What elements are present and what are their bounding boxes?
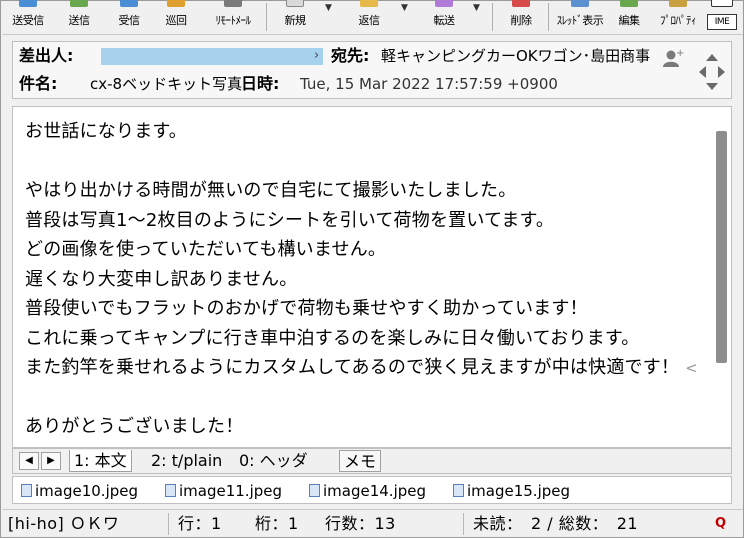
view-tab-bar: ◀ ▶ 1: 本文 2: t/plain 0: ヘッダ メモ: [12, 448, 732, 474]
reply-dropdown-icon[interactable]: ▼: [401, 3, 408, 13]
attachment-item[interactable]: image11.jpeg: [165, 481, 282, 501]
send-icon: [70, 0, 88, 7]
receive-icon: [120, 0, 138, 7]
delete-button[interactable]: 削除: [501, 0, 541, 33]
mail-window: 送受信 送信 受信 巡回 ﾘﾓｰﾄﾒｰﾙ 新規 ▼ 返信 ▼ 転送 ▼ 削除 ｽ…: [0, 0, 744, 538]
add-contact-icon[interactable]: +: [662, 48, 684, 68]
from-label: 差出人:: [19, 46, 74, 65]
thread-view-icon: [571, 0, 589, 7]
status-account: [hi-ho] ＯＫワ: [8, 514, 120, 533]
subject-label: 件名:: [19, 74, 58, 93]
body-line: やはり出かける時間が無いので自宅にて撮影いたしました。: [25, 180, 517, 201]
patrol-icon: [167, 0, 185, 7]
scrollbar-thumb[interactable]: [716, 131, 727, 363]
body-line: 遅くなり大変申し訳ありません。: [25, 268, 298, 290]
line-overflow-mark: <: [685, 359, 698, 377]
toolbar-separator: [548, 3, 549, 31]
toolbar-separator: [492, 3, 493, 31]
tab-memo[interactable]: メモ: [339, 450, 382, 472]
reply-button[interactable]: 返信: [343, 0, 395, 33]
tab-prev-button[interactable]: ◀: [19, 452, 39, 470]
header-nav-arrows-icon[interactable]: [697, 52, 727, 92]
send-receive-icon: [19, 0, 37, 7]
send-receive-button[interactable]: 送受信: [5, 0, 51, 33]
sender-redacted: [101, 48, 323, 65]
status-separator: [168, 513, 169, 535]
date-value: Tue, 15 Mar 2022 17:57:59 +0900: [300, 75, 558, 93]
new-message-dropdown-icon[interactable]: ▼: [325, 3, 332, 13]
tab-header[interactable]: 0: ヘッダ: [235, 450, 312, 472]
image-file-icon: [165, 484, 176, 497]
image-file-icon: [21, 484, 32, 497]
body-line: 普段使いでもフラットのおかげで荷物も乗せやすく助かっています！: [25, 298, 588, 319]
remote-mail-icon: [224, 0, 242, 7]
edit-button[interactable]: 編集: [609, 0, 649, 33]
ime-icon: [711, 0, 733, 7]
patrol-button[interactable]: 巡回: [156, 0, 196, 33]
tab-next-button[interactable]: ▶: [41, 452, 61, 470]
status-separator: [463, 513, 464, 535]
body-line: 普段は写真1～2枚目のようにシートを引いて荷物を置いてます。: [25, 209, 555, 231]
status-unread-total: 未読： 2 / 総数： 21: [473, 514, 639, 533]
status-row: 行：1: [178, 514, 222, 533]
send-button[interactable]: 送信: [59, 0, 99, 33]
status-column: 桁：1: [255, 514, 299, 533]
body-line: お世話になります。: [25, 121, 187, 142]
new-message-button[interactable]: 新規: [275, 0, 315, 33]
body-line: [25, 147, 705, 177]
body-line: [25, 383, 705, 413]
forward-button[interactable]: 転送: [418, 0, 470, 33]
svg-text:+: +: [676, 48, 684, 59]
status-line-count: 行数：13: [325, 514, 396, 533]
ime-button[interactable]: IME: [707, 0, 737, 33]
attachment-item[interactable]: image10.jpeg: [21, 481, 138, 501]
attachment-list: image10.jpeg image11.jpeg image14.jpeg i…: [12, 476, 732, 504]
remote-mail-button[interactable]: ﾘﾓｰﾄﾒｰﾙ: [203, 0, 263, 33]
app-logo-icon: Q: [715, 516, 727, 531]
body-line: どの画像を使っていただいても構いません。: [25, 239, 387, 260]
attachment-item[interactable]: image14.jpeg: [309, 481, 426, 501]
message-header: 差出人: › 宛先: 軽キャンピングカーOKワゴン･島田商事 + 件名: cx-…: [12, 41, 732, 99]
tab-text-plain[interactable]: 2: t/plain: [147, 450, 226, 472]
properties-button[interactable]: ﾌﾟﾛﾊﾟﾃｨ: [653, 0, 703, 33]
forward-dropdown-icon[interactable]: ▼: [473, 3, 480, 13]
message-text: お世話になります。 やはり出かける時間が無いので自宅にて撮影いたしました。 普段…: [25, 117, 705, 442]
date-label: 日時:: [241, 74, 280, 93]
new-message-icon: [286, 0, 304, 7]
status-bar: [hi-ho] ＯＫワ 行：1 桁：1 行数：13 未読： 2 / 総数： 21…: [3, 509, 743, 537]
to-value[interactable]: 軽キャンピングカーOKワゴン･島田商事: [381, 46, 650, 66]
image-file-icon: [453, 484, 464, 497]
attachment-item[interactable]: image15.jpeg: [453, 481, 570, 501]
body-line: また釣竿を乗せれるようにカスタムしてあるので狭く見えますが中は快適です！ <: [25, 353, 705, 383]
sender-expand-icon[interactable]: ›: [314, 46, 319, 66]
body-line: これに乗ってキャンプに行き車中泊するのを楽しみに日々働いております。: [25, 327, 640, 349]
message-body[interactable]: お世話になります。 やはり出かける時間が無いので自宅にて撮影いたしました。 普段…: [12, 106, 732, 448]
toolbar-separator: [266, 3, 267, 31]
to-label: 宛先:: [331, 46, 370, 65]
body-line: ありがとうございました！: [25, 416, 244, 437]
subject-value: cx-8ベッドキット写真: [90, 75, 243, 93]
body-line-text: また釣竿を乗せれるようにカスタムしてあるので狭く見えますが中は快適です！: [25, 357, 680, 378]
image-file-icon: [309, 484, 320, 497]
properties-icon: [669, 0, 687, 7]
delete-icon: [512, 0, 530, 7]
forward-icon: [435, 0, 453, 7]
thread-view-button[interactable]: ｽﾚｯﾄﾞ表示: [552, 0, 608, 33]
reply-icon: [360, 0, 378, 7]
toolbar: 送受信 送信 受信 巡回 ﾘﾓｰﾄﾒｰﾙ 新規 ▼ 返信 ▼ 転送 ▼ 削除 ｽ…: [3, 0, 743, 35]
tab-body[interactable]: 1: 本文: [69, 450, 132, 472]
edit-icon: [620, 0, 638, 7]
receive-button[interactable]: 受信: [109, 0, 149, 33]
